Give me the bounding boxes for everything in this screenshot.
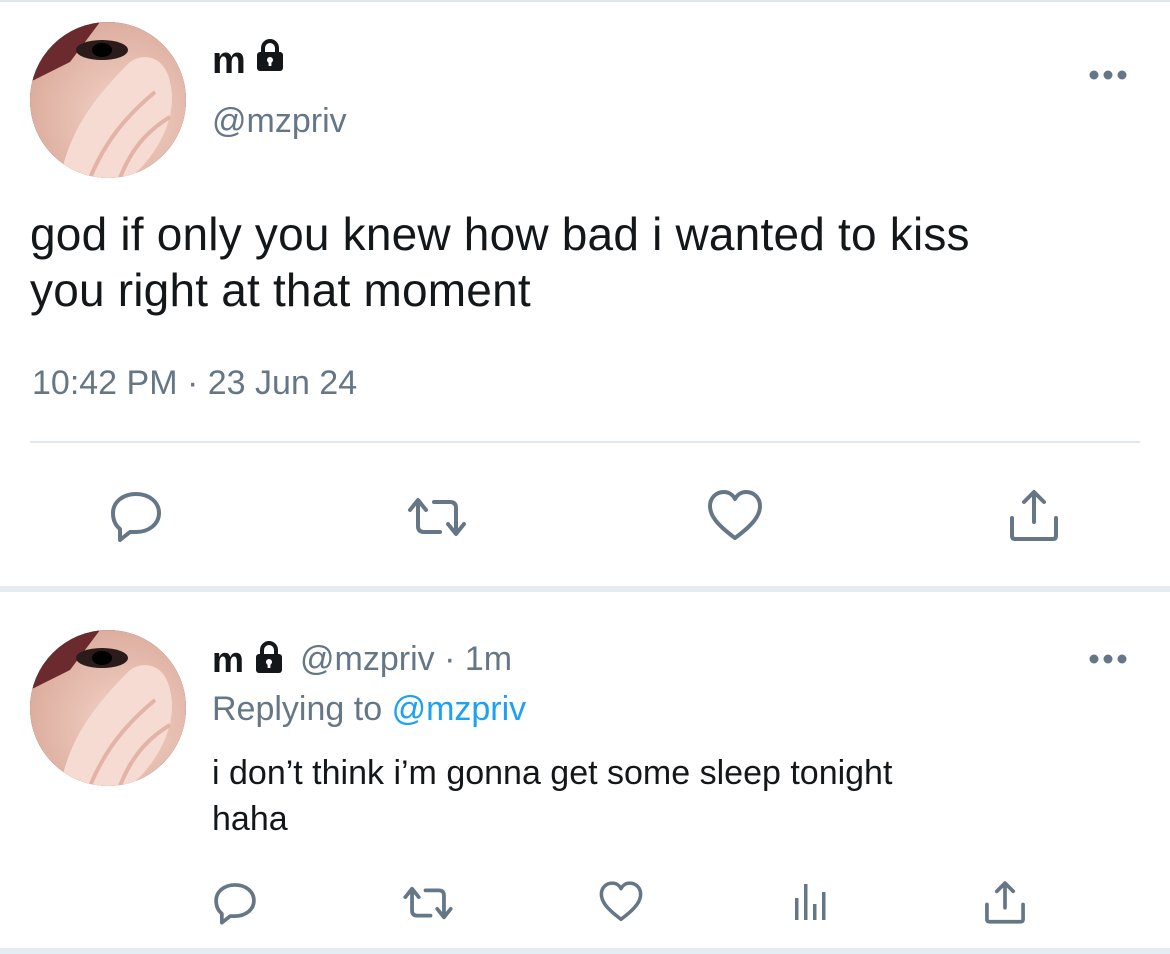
tweet-time: 10:42 PM <box>32 364 178 402</box>
reply-text-line: i don’t think i’m gonna get some sleep t… <box>212 754 893 792</box>
replying-to: Replying to @mzpriv <box>212 692 526 726</box>
bottom-border <box>0 948 1170 954</box>
reply-text-line: haha <box>212 800 288 838</box>
section-separator <box>0 586 1170 592</box>
separator: · <box>444 640 456 678</box>
display-name[interactable]: m <box>212 42 246 80</box>
lock-icon <box>253 38 287 77</box>
share-icon[interactable] <box>1006 486 1062 544</box>
share-icon[interactable] <box>982 878 1028 926</box>
reply-avatar[interactable] <box>30 630 186 786</box>
reply-display-name[interactable]: m <box>212 639 244 680</box>
more-icon[interactable] <box>1088 68 1128 80</box>
heart-icon[interactable] <box>598 880 644 924</box>
reply-header: m <box>212 642 244 678</box>
more-icon[interactable] <box>1088 652 1128 664</box>
handle[interactable]: @mzpriv <box>212 104 347 138</box>
retweet-icon[interactable] <box>404 492 470 542</box>
tweet-text-line: god if only you knew how bad i wanted to… <box>30 208 970 260</box>
replying-handle-link[interactable]: @mzpriv <box>392 690 527 728</box>
top-border <box>0 0 1170 2</box>
timestamp[interactable]: 10:42 PM · 23 Jun 24 <box>32 366 357 400</box>
replying-prefix: Replying to <box>212 690 383 728</box>
tweet-text: god if only you knew how bad i wanted to… <box>30 206 1140 318</box>
lock-icon <box>252 640 286 679</box>
analytics-icon[interactable] <box>792 880 832 922</box>
retweet-icon[interactable] <box>400 882 456 924</box>
tweet-date: 23 Jun 24 <box>207 364 358 402</box>
reply-age[interactable]: 1m <box>465 640 512 678</box>
reply-handle[interactable]: @mzpriv <box>300 640 435 678</box>
reply-icon[interactable] <box>108 488 164 544</box>
heart-icon[interactable] <box>706 488 764 544</box>
reply-meta: @mzpriv · 1m <box>300 642 512 676</box>
tweet-text-line: you right at that moment <box>30 264 531 316</box>
display-name-text: m <box>212 40 246 82</box>
reply-text: i don’t think i’m gonna get some sleep t… <box>212 750 1112 842</box>
separator: · <box>186 364 199 402</box>
reply-icon[interactable] <box>212 880 258 926</box>
divider <box>30 441 1140 443</box>
avatar[interactable] <box>30 22 186 178</box>
